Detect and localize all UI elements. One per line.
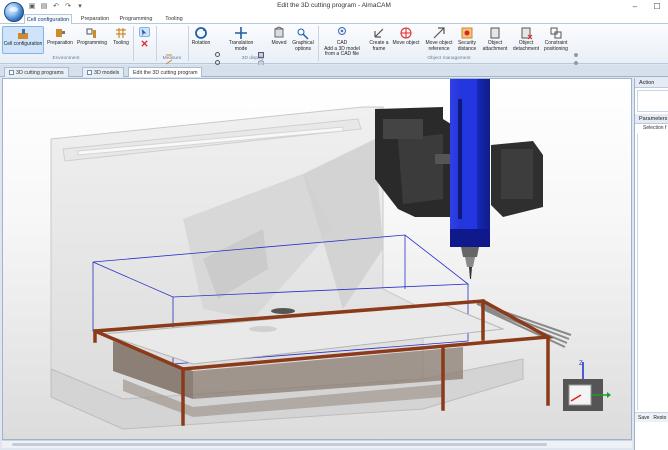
constraint-icon: [550, 27, 562, 39]
document-tab-bar: 3D cutting programs 3D models Edit the 3…: [0, 65, 668, 77]
group-label-measure: Measure: [162, 56, 182, 61]
viewport-horizontal-scrollbar[interactable]: [2, 440, 632, 448]
security-distance-button[interactable]: Security distance: [456, 26, 478, 54]
detachment-icon: [521, 27, 533, 40]
tab-tooling[interactable]: Tooling: [160, 14, 188, 24]
selection-parameter[interactable]: Selection f: [635, 124, 668, 133]
programming-button[interactable]: Programming: [76, 26, 108, 54]
moved-icon: [274, 26, 284, 38]
right-panel: Action Parameters Selection f Save Resto: [634, 78, 668, 450]
save-button[interactable]: Save: [638, 413, 649, 422]
window-controls: – ☐: [624, 0, 668, 13]
tooling-button[interactable]: Tooling: [110, 26, 132, 54]
restore-button[interactable]: Resto: [653, 413, 666, 422]
group-separator: [133, 26, 134, 61]
security-distance-icon: [461, 27, 473, 39]
maximize-icon[interactable]: ☐: [646, 0, 668, 13]
spindle-column[interactable]: [450, 79, 490, 279]
create-frame-button[interactable]: Create a frame: [366, 26, 392, 54]
cursor-icon: [141, 28, 147, 37]
minimize-icon[interactable]: –: [624, 0, 646, 13]
doc-tab-3d-cutting-programs[interactable]: 3D cutting programs: [4, 67, 69, 77]
graphical-options-icon: [297, 28, 309, 40]
cad-icon: [338, 27, 346, 35]
parameters-area: [637, 134, 668, 410]
group-label-environment: Environment: [52, 56, 80, 61]
move-arrows-icon: [235, 27, 247, 39]
group-separator: [156, 26, 157, 61]
preparation-button[interactable]: Preparation: [46, 26, 74, 54]
title-bar: ▣ ▤ ↶ ↷ ▾ Edit the 3D cutting program - …: [0, 0, 668, 22]
tooling-icon: [116, 28, 126, 38]
action-header: Action: [635, 78, 668, 88]
3d-scene[interactable]: Z: [3, 79, 632, 440]
object-detachment-button[interactable]: Object detachment: [511, 26, 541, 54]
application-menu-button[interactable]: [4, 2, 24, 22]
red-cross-icon: [141, 40, 148, 47]
group-separator: [318, 26, 319, 61]
panel-footer: Save Resto: [635, 412, 668, 422]
graphical-options-button[interactable]: Graphical options: [290, 26, 316, 54]
doc-tab-edit-3d-cutting-program[interactable]: Edit the 3D cutting program: [128, 67, 203, 77]
moved-dropdown-button[interactable]: Moved: [268, 26, 290, 56]
tab-icon: [9, 70, 14, 75]
cancel-selection-button[interactable]: [139, 39, 150, 49]
programming-icon: [86, 28, 96, 38]
action-list[interactable]: [637, 90, 668, 112]
group-separator: [188, 26, 189, 61]
tab-preparation[interactable]: Preparation: [76, 14, 114, 24]
window-title: Edit the 3D cutting program - AlmaCAM: [277, 2, 391, 9]
cell-configuration-button[interactable]: Cell configuration: [2, 26, 44, 54]
constraint-positioning-button[interactable]: Constraint positioning: [541, 26, 571, 54]
navigation-cube[interactable]: Z: [563, 361, 611, 411]
tab-icon: [87, 70, 92, 75]
move-object-reference-button[interactable]: Move object reference: [422, 26, 456, 54]
attachment-icon: [490, 27, 500, 39]
ribbon: Cell configuration Preparation Programmi…: [0, 24, 668, 74]
select-tool-button[interactable]: [139, 27, 150, 37]
tab-programming[interactable]: Programming: [118, 14, 154, 24]
rotation-button[interactable]: Rotation: [190, 26, 212, 54]
frame-icon: [374, 28, 384, 38]
object-attachment-button[interactable]: Object attachment: [480, 26, 510, 54]
axis-z-label: Z: [579, 361, 583, 367]
tab-cell-configuration[interactable]: Cell configuration: [24, 14, 72, 24]
translation-mode-button[interactable]: Translation mode: [226, 26, 256, 54]
move-object-icon: [400, 27, 412, 39]
add-3d-model-button[interactable]: CAD Add a 3D model from a CAD file: [320, 26, 364, 57]
rotation-icon: [195, 27, 207, 39]
doc-tab-3d-models[interactable]: 3D models: [82, 67, 125, 77]
preparation-icon: [56, 29, 65, 37]
move-reference-icon: [433, 27, 445, 39]
cell-configuration-icon: [18, 29, 28, 39]
parameters-header: Parameters: [635, 114, 668, 124]
move-object-button[interactable]: Move object: [392, 26, 420, 54]
scrollbar-thumb[interactable]: [12, 443, 547, 446]
3d-viewport[interactable]: Z: [2, 78, 632, 440]
group-label-3d-display: 3D display: [241, 56, 265, 61]
group-label-object-management: Object management: [427, 56, 471, 61]
ribbon-tab-bar: Cell configuration Preparation Programmi…: [0, 13, 668, 24]
